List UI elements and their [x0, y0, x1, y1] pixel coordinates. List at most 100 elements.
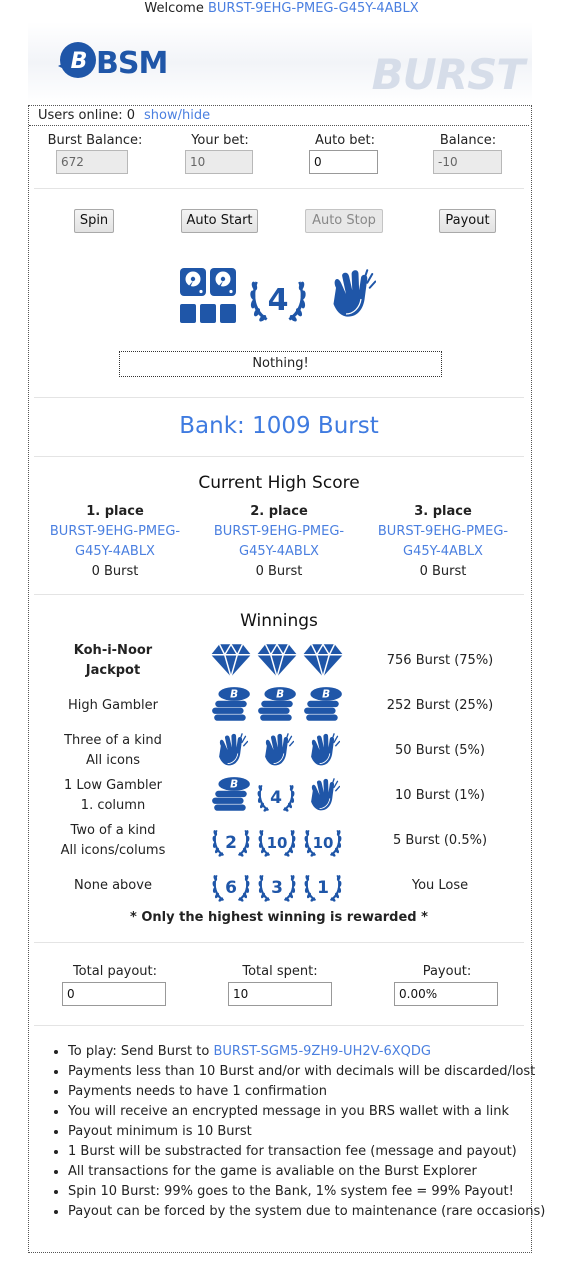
- info-list: To play: Send Burst to BURST-SGM5-9ZH9-U…: [30, 1042, 563, 1222]
- burst-balance-field[interactable]: [56, 150, 128, 174]
- winning-label: None above: [74, 878, 152, 893]
- divider: [34, 456, 524, 457]
- svg-text:2: 2: [225, 833, 237, 853]
- highscore-title: Current High Score: [198, 473, 360, 493]
- winning-value: 50 Burst (5%): [395, 743, 485, 758]
- coin-stack-icon: [212, 777, 250, 811]
- total-payout-field[interactable]: [62, 982, 166, 1006]
- coin-stack-icon: [304, 687, 342, 721]
- diamond-icon: [302, 643, 344, 678]
- number-wreath-icon: 3: [258, 874, 296, 903]
- number-wreath-icon: 10: [304, 829, 342, 858]
- divider: [34, 188, 524, 189]
- site-header: B BSM BURST: [28, 22, 532, 104]
- highscore-place-2: 2. place BURST-9EHG-PMEG- G45Y-4ABLX 0 Bu…: [204, 502, 354, 582]
- number-wreath-icon: 6: [212, 874, 250, 903]
- divider: [34, 397, 524, 398]
- list-item: Payments needs to have 1 confirmation: [68, 1082, 563, 1102]
- list-item: Payout minimum is 10 Burst: [68, 1122, 563, 1142]
- divider: [34, 942, 524, 943]
- svg-text:10: 10: [313, 834, 334, 852]
- net-balance-field[interactable]: [433, 150, 502, 174]
- net-balance-label: Balance:: [439, 133, 497, 148]
- number-wreath-icon: 2: [212, 829, 250, 858]
- svg-text:3: 3: [271, 878, 283, 898]
- winning-value: 756 Burst (75%): [386, 653, 494, 668]
- payout-button[interactable]: Payout: [439, 209, 496, 233]
- auto-start-button[interactable]: Auto Start: [181, 209, 258, 233]
- clapping-hands-icon: [218, 733, 248, 767]
- winning-icons: 6 3 1: [210, 866, 350, 906]
- total-payout-label: Total payout:: [72, 964, 158, 979]
- winning-label: 1 Low Gambler 1. column: [63, 778, 163, 813]
- burst-brand-logo: BURST: [371, 50, 525, 99]
- number-wreath-icon: 4: [249, 280, 307, 323]
- place-account-link[interactable]: BURST-9EHG-PMEG- G45Y-4ABLX: [214, 524, 344, 559]
- bsm-logo[interactable]: B BSM: [58, 40, 168, 84]
- bank-total: Bank: 1009 Burst: [179, 413, 379, 439]
- winning-label: Koh-i-Noor Jackpot: [73, 643, 153, 678]
- your-bet-label: Your bet:: [191, 133, 249, 148]
- clapping-hands-icon: [264, 733, 294, 767]
- spin-button[interactable]: Spin: [74, 209, 114, 233]
- winning-value: You Lose: [411, 878, 469, 893]
- svg-text:B: B: [71, 49, 88, 74]
- users-online-bar: Users online: 0 show/hide: [29, 106, 529, 126]
- payout-pct-field[interactable]: [394, 982, 498, 1006]
- account-link[interactable]: BURST-9EHG-PMEG-G45Y-4ABLX: [208, 1, 419, 16]
- show-hide-link[interactable]: show/hide: [144, 108, 210, 123]
- total-spent-label: Total spent:: [242, 964, 318, 979]
- place-account-link[interactable]: BURST-9EHG-PMEG- G45Y-4ABLX: [378, 524, 508, 559]
- list-item: Spin 10 Burst: 99% goes to the Bank, 1% …: [68, 1182, 563, 1202]
- list-item: To play: Send Burst to BURST-SGM5-9ZH9-U…: [68, 1042, 563, 1062]
- winning-icons: 2 10 10: [210, 821, 350, 861]
- divider: [34, 1025, 524, 1026]
- your-bet-field[interactable]: [185, 150, 253, 174]
- place-amount: 0 Burst: [255, 564, 303, 579]
- winning-icons: [210, 731, 350, 771]
- welcome-prefix: Welcome: [144, 1, 204, 16]
- bsm-logo-text: BSM: [96, 46, 168, 81]
- list-item: All transactions for the game is avaliab…: [68, 1162, 563, 1182]
- wreath-number: 4: [268, 283, 289, 318]
- clapping-hands-icon: [310, 778, 340, 812]
- svg-text:10: 10: [267, 834, 288, 852]
- place-label: 3. place: [414, 504, 472, 519]
- winning-value: 5 Burst (0.5%): [392, 833, 488, 848]
- winning-value: 10 Burst (1%): [395, 788, 485, 803]
- total-spent-field[interactable]: [228, 982, 332, 1006]
- hard-drive-icon: [180, 268, 236, 323]
- winning-icons: 4: [210, 776, 350, 816]
- list-item: 1 Burst will be substracted for transact…: [68, 1142, 563, 1162]
- clapping-hands-icon: [332, 269, 376, 318]
- winning-value: 252 Burst (25%): [386, 698, 494, 713]
- winnings-note: * Only the highest winning is rewarded *: [130, 910, 428, 925]
- spin-result: Nothing!: [119, 351, 442, 377]
- divider: [34, 594, 524, 595]
- highscore-place-1: 1. place BURST-9EHG-PMEG- G45Y-4ABLX 0 Bu…: [40, 502, 190, 582]
- auto-bet-input[interactable]: [309, 150, 378, 174]
- slot-reels: 4: [178, 264, 378, 326]
- winning-icons: [210, 686, 350, 726]
- place-account-link[interactable]: BURST-9EHG-PMEG- G45Y-4ABLX: [50, 524, 180, 559]
- place-amount: 0 Burst: [91, 564, 139, 579]
- winnings-title: Winnings: [240, 611, 318, 631]
- number-wreath-icon: 1: [304, 874, 342, 903]
- clapping-hands-icon: [310, 733, 340, 767]
- highscore-place-3: 3. place BURST-9EHG-PMEG- G45Y-4ABLX 0 Bu…: [368, 502, 518, 582]
- auto-stop-button[interactable]: Auto Stop: [305, 209, 383, 233]
- svg-text:6: 6: [225, 878, 237, 898]
- place-amount: 0 Burst: [419, 564, 467, 579]
- number-wreath-icon: 10: [258, 829, 296, 858]
- auto-bet-label: Auto bet:: [314, 133, 376, 148]
- winning-icons: [210, 641, 350, 681]
- payout-pct-label: Payout:: [422, 964, 472, 979]
- welcome-line: Welcome BURST-9EHG-PMEG-G45Y-4ABLX: [0, 1, 563, 16]
- svg-text:1: 1: [317, 878, 329, 898]
- winning-label: High Gambler: [68, 698, 158, 713]
- winning-label: Three of a kind All icons: [64, 733, 162, 768]
- list-item: You will receive an encrypted message in…: [68, 1102, 563, 1122]
- send-account-link[interactable]: BURST-SGM5-9ZH9-UH2V-6XQDG: [213, 1044, 430, 1059]
- number-wreath-icon: 4: [257, 784, 295, 813]
- burst-balance-label: Burst Balance:: [47, 133, 143, 148]
